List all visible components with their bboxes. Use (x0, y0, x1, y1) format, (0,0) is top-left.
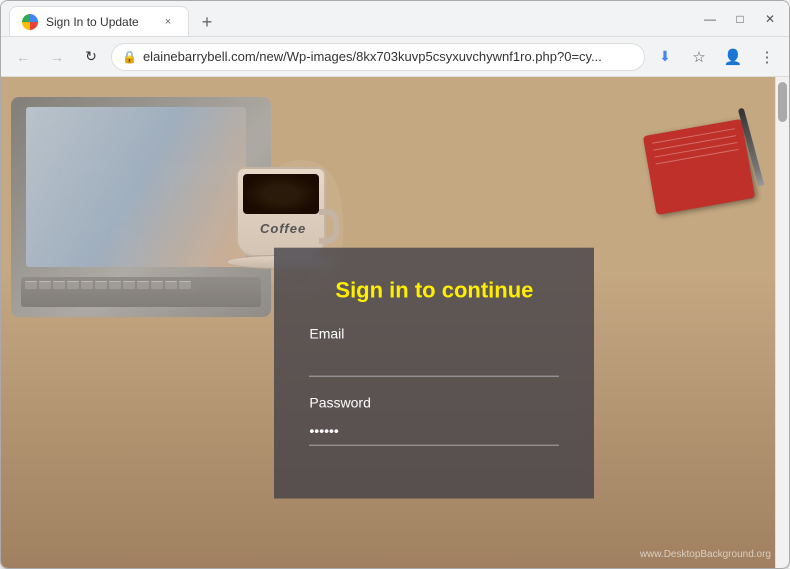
cup-label: Coffee (260, 221, 306, 236)
login-title: Sign in to continue (309, 277, 559, 303)
key (25, 281, 37, 289)
notebook-line (656, 149, 739, 165)
lock-icon: 🔒 (122, 50, 137, 64)
forward-button[interactable]: → (43, 43, 71, 71)
tab-close-button[interactable]: × (160, 14, 176, 30)
address-bar[interactable]: 🔒 elainebarrybell.com/new/Wp-images/8kx7… (111, 43, 645, 71)
notebook-lines (652, 128, 739, 164)
scrollbar-thumb[interactable] (778, 82, 787, 122)
password-label: Password (309, 394, 559, 410)
key (81, 281, 93, 289)
key (67, 281, 79, 289)
watermark-credit: www.DesktopBackground.org (640, 549, 771, 560)
tab-title: Sign In to Update (46, 15, 152, 29)
menu-icon[interactable]: ⋮ (753, 43, 781, 71)
key (53, 281, 65, 289)
key (109, 281, 121, 289)
toolbar: ← → ↻ 🔒 elainebarrybell.com/new/Wp-image… (1, 37, 789, 77)
cup-coffee (243, 174, 319, 214)
key (123, 281, 135, 289)
page-content: 370 (1, 77, 789, 568)
browser-window: Sign In to Update × + — □ ✕ ← → ↻ 🔒 elai… (0, 0, 790, 569)
bookmark-icon[interactable]: ☆ (685, 43, 713, 71)
minimize-button[interactable]: — (699, 8, 721, 30)
title-bar: Sign In to Update × + — □ ✕ (1, 1, 789, 37)
key (95, 281, 107, 289)
password-input[interactable] (309, 416, 559, 445)
download-icon[interactable]: ⬇ (651, 43, 679, 71)
url-text: elainebarrybell.com/new/Wp-images/8kx703… (143, 49, 634, 64)
cup-handle (319, 209, 339, 244)
maximize-button[interactable]: □ (729, 8, 751, 30)
close-button[interactable]: ✕ (759, 8, 781, 30)
key (151, 281, 163, 289)
notebook (643, 119, 755, 215)
key (39, 281, 51, 289)
email-input[interactable] (309, 347, 559, 376)
login-form: Sign in to continue Email Password (274, 247, 594, 498)
window-controls: — □ ✕ (699, 8, 781, 30)
back-button[interactable]: ← (9, 43, 37, 71)
scrollbar[interactable] (775, 77, 789, 568)
key (179, 281, 191, 289)
profile-icon[interactable]: 👤 (719, 43, 747, 71)
cup-body: Coffee (236, 167, 326, 257)
key (137, 281, 149, 289)
active-tab[interactable]: Sign In to Update × (9, 6, 189, 36)
email-label: Email (309, 325, 559, 341)
key (165, 281, 177, 289)
tab-favicon-icon (22, 14, 38, 30)
tab-area: Sign In to Update × + (9, 1, 691, 36)
laptop-screen (26, 107, 246, 267)
new-tab-button[interactable]: + (193, 8, 221, 36)
reload-button[interactable]: ↻ (77, 43, 105, 71)
